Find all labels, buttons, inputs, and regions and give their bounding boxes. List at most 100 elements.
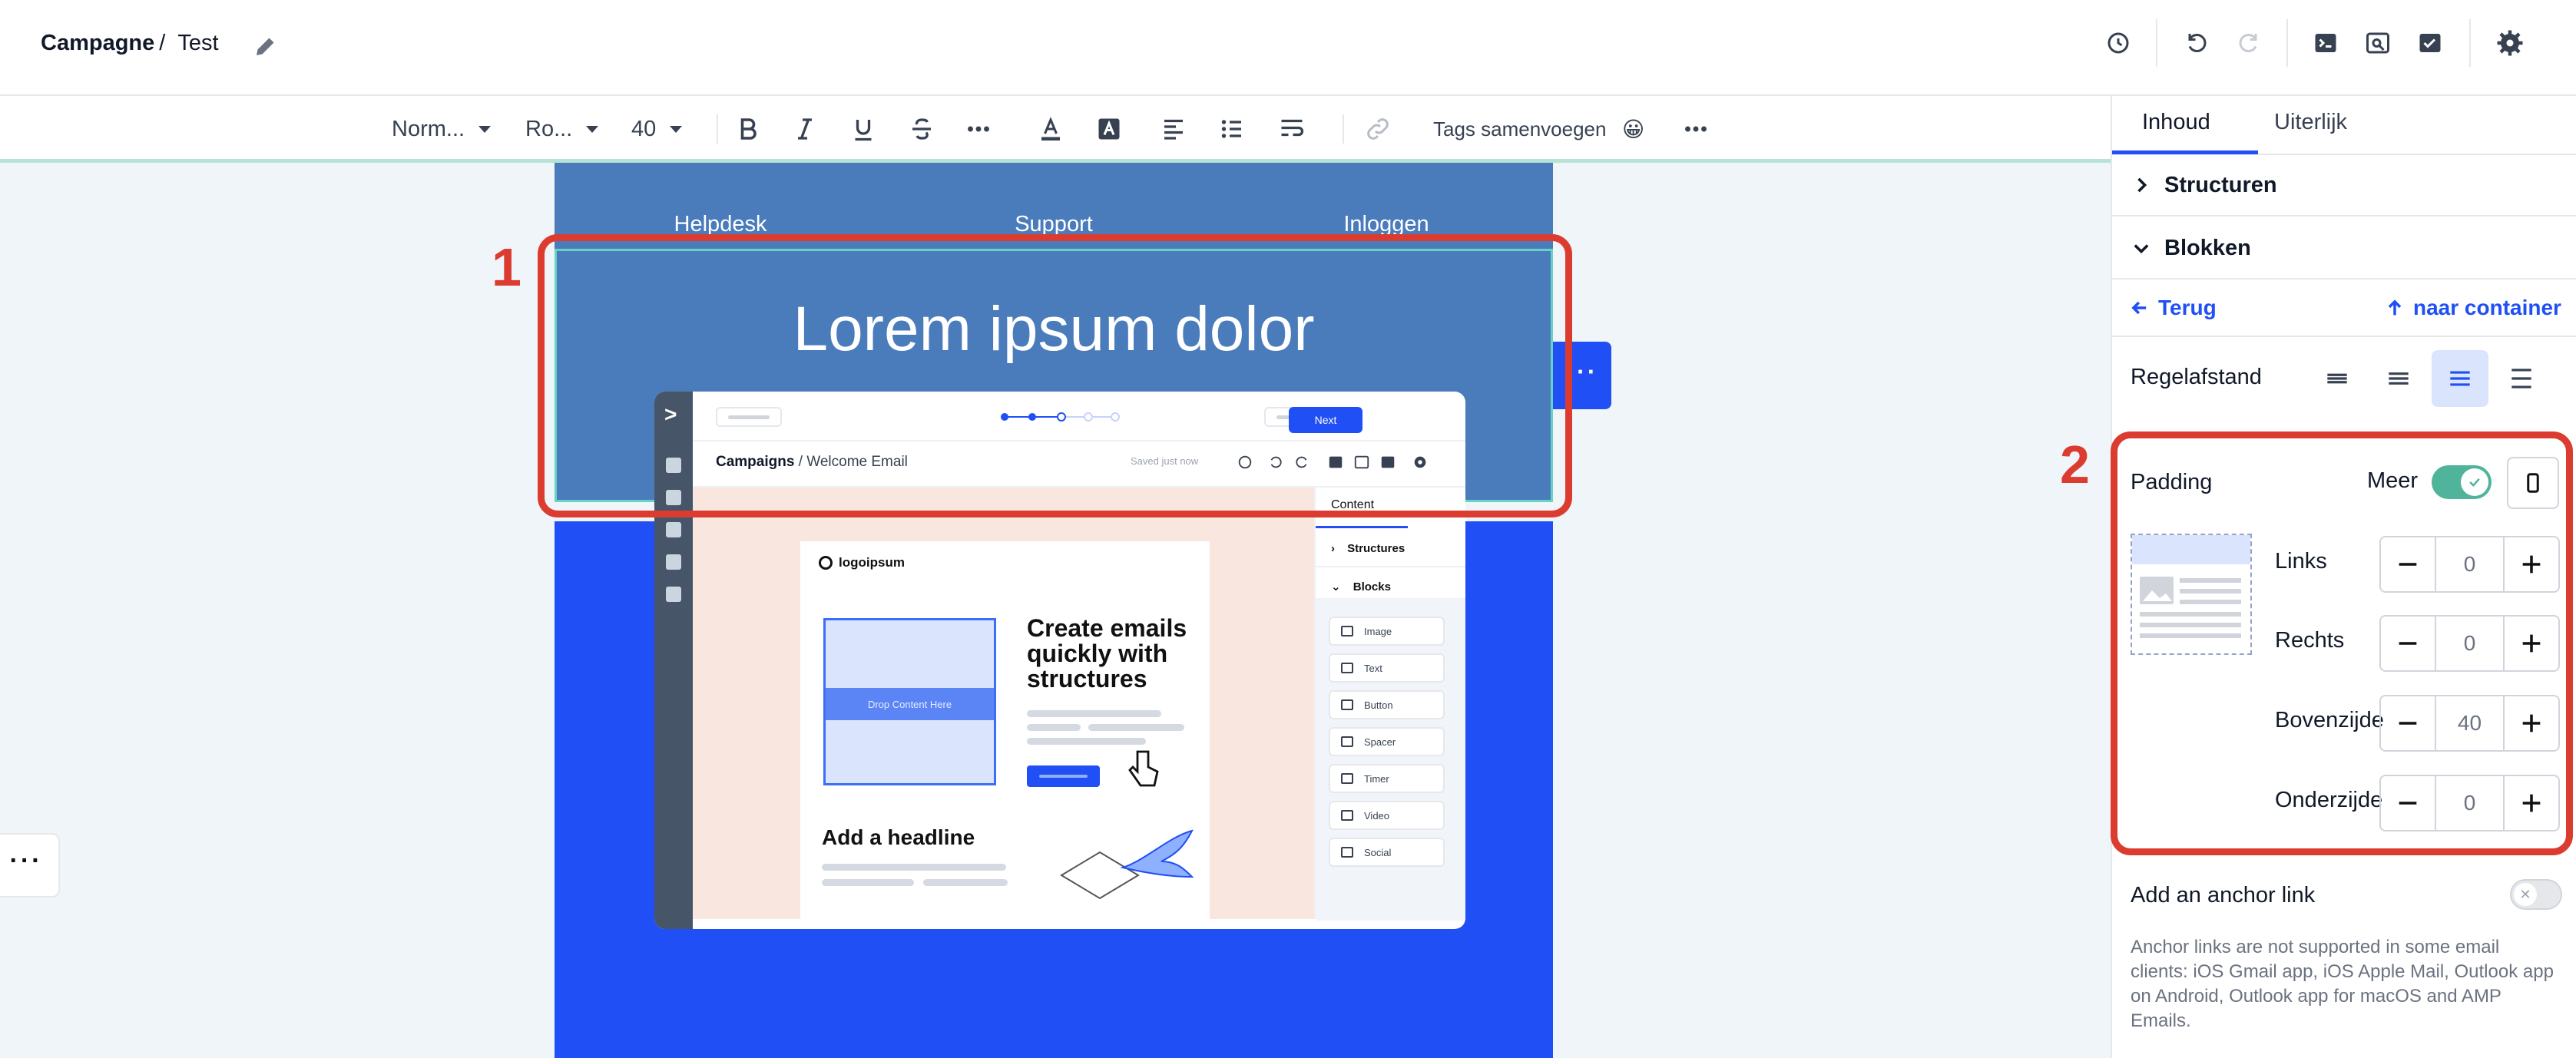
blocks-accordion[interactable]: Blokken (2112, 218, 2576, 279)
undo-icon (1270, 456, 1282, 468)
line-height-loose-button[interactable] (2493, 350, 2550, 407)
padding-left-stepper: 0 (2379, 536, 2560, 593)
top-bar: Campagne / Test (0, 0, 2576, 96)
padding-left-value[interactable]: 0 (2436, 537, 2503, 591)
chevron-down-icon (2134, 244, 2149, 254)
anchor-link-label: Add an anchor link (2131, 883, 2316, 908)
history-icon[interactable] (2100, 25, 2137, 61)
more-options-icon[interactable] (1682, 98, 1710, 160)
preview-icon[interactable] (2359, 25, 2396, 61)
canvas-options-button[interactable]: ··· (0, 833, 60, 898)
edit-name-icon[interactable] (247, 28, 284, 64)
paragraph-style-select[interactable]: Norm... (392, 98, 492, 160)
mock-headline: Create emails quickly with structures (1027, 614, 1187, 693)
padding-right-increment[interactable] (2503, 617, 2558, 670)
minus-icon (2399, 563, 2417, 566)
font-family-select[interactable]: Ro... (525, 98, 599, 160)
product-screenshot-image: > Next Campaigns / Welcome Email Saved j… (654, 392, 1465, 929)
mock-side-panel: Content › Structures ⌄ Blocks Image Text… (1314, 488, 1465, 921)
bold-icon[interactable] (734, 98, 762, 160)
padding-label: Padding (2131, 470, 2213, 494)
align-left-icon[interactable] (1160, 98, 1187, 160)
mock-panel-tab: Content (1331, 498, 1375, 511)
breadcrumb-separator: / (159, 31, 166, 55)
bird-envelope-illustration (1060, 829, 1194, 900)
structures-accordion[interactable]: Structuren (2112, 155, 2576, 217)
annotation-number-1: 1 (492, 237, 521, 297)
mock-block-social: Social (1329, 838, 1445, 867)
line-height-compact-button[interactable] (2309, 350, 2366, 407)
anchor-link-toggle[interactable]: ✕ (2510, 879, 2562, 910)
progress-steps-icon (1001, 412, 1120, 422)
line-height-relaxed-button[interactable] (2432, 350, 2488, 407)
font-size-value: 40 (631, 116, 657, 141)
padding-bottom-decrement[interactable] (2381, 776, 2436, 830)
padding-top-increment[interactable] (2503, 696, 2558, 750)
mock-sidebar: > (654, 392, 693, 929)
padding-right-stepper: 0 (2379, 615, 2560, 672)
mock-next-button: Next (1289, 407, 1362, 433)
tab-appearance[interactable]: Uiterlijk (2274, 110, 2347, 135)
underline-icon[interactable] (849, 98, 877, 160)
background-color-icon[interactable] (1095, 98, 1123, 160)
preview-icon (1354, 455, 1369, 469)
check-icon (2461, 468, 2488, 496)
code-icon[interactable] (2307, 25, 2344, 61)
redo-icon[interactable] (2230, 25, 2267, 61)
more-padding-toggle[interactable] (2432, 465, 2492, 499)
padding-left-decrement[interactable] (2381, 537, 2436, 591)
breadcrumb-parent[interactable]: Campagne (41, 31, 154, 56)
padding-right-label: Rechts (2275, 628, 2345, 653)
padding-bottom-increment[interactable] (2503, 776, 2558, 830)
merge-tags-button[interactable]: Tags samenvoegen (1433, 98, 1606, 160)
strikethrough-icon[interactable] (908, 98, 935, 160)
text-format-toolbar: Norm... Ro... 40 Tags samenvoegen 😀 (0, 98, 2111, 160)
nav-link-login[interactable]: Inloggen (1343, 212, 1429, 237)
padding-top-value[interactable]: 40 (2436, 696, 2503, 750)
padding-right-value[interactable]: 0 (2436, 617, 2503, 670)
mock-cta-button (1027, 765, 1100, 787)
tab-content[interactable]: Inhoud (2142, 110, 2210, 135)
test-send-icon[interactable] (2412, 25, 2449, 61)
annotation-number-2: 2 (2060, 435, 2090, 494)
emoji-button[interactable]: 😀 (1622, 98, 1644, 160)
line-height-normal-button[interactable] (2370, 350, 2427, 407)
history-icon (1238, 455, 1252, 469)
back-label: Terug (2158, 296, 2217, 319)
link-icon[interactable] (1364, 98, 1392, 160)
mobile-view-button[interactable] (2507, 457, 2559, 509)
blocks-label: Blokken (2164, 235, 2251, 260)
active-tab-indicator (2112, 150, 2258, 154)
campaign-name: Test (177, 31, 219, 55)
to-container-button[interactable]: naar container (2384, 296, 2561, 320)
padding-bottom-value[interactable]: 0 (2436, 776, 2503, 830)
hero-line-1: Lorem ipsum dolor (793, 294, 1315, 364)
plus-icon (2522, 714, 2541, 732)
bulleted-list-icon[interactable] (1218, 98, 1246, 160)
font-size-select[interactable]: 40 (631, 98, 683, 160)
padding-top-stepper: 40 (2379, 695, 2560, 752)
text-color-icon[interactable] (1037, 98, 1065, 160)
mock-block-text: Text (1329, 653, 1445, 683)
italic-icon[interactable] (791, 98, 819, 160)
minus-icon (2399, 722, 2417, 725)
padding-right-decrement[interactable] (2381, 617, 2436, 670)
plus-icon (2522, 555, 2541, 574)
back-button[interactable]: Terug (2129, 296, 2217, 320)
mock-structures-row: › Structures (1316, 531, 1465, 567)
padding-top-decrement[interactable] (2381, 696, 2436, 750)
font-family-value: Ro... (525, 116, 573, 141)
text-wrap-icon[interactable] (1278, 98, 1306, 160)
email-nav-bar: Helpdesk Support Inloggen (555, 163, 1553, 249)
nav-link-helpdesk[interactable]: Helpdesk (674, 212, 767, 237)
padding-top-label: Bovenzijde (2275, 708, 2384, 732)
more-formatting-icon[interactable] (965, 98, 992, 160)
paragraph-style-value: Norm... (392, 116, 465, 141)
padding-left-increment[interactable] (2503, 537, 2558, 591)
mock-block-image: Image (1329, 617, 1445, 646)
undo-icon[interactable] (2178, 25, 2215, 61)
anchor-link-note: Anchor links are not supported in some e… (2131, 937, 2554, 1031)
settings-gear-icon[interactable] (2492, 25, 2528, 61)
nav-link-support[interactable]: Support (1015, 212, 1093, 237)
block-actions-button[interactable]: ··· (1553, 342, 1611, 409)
